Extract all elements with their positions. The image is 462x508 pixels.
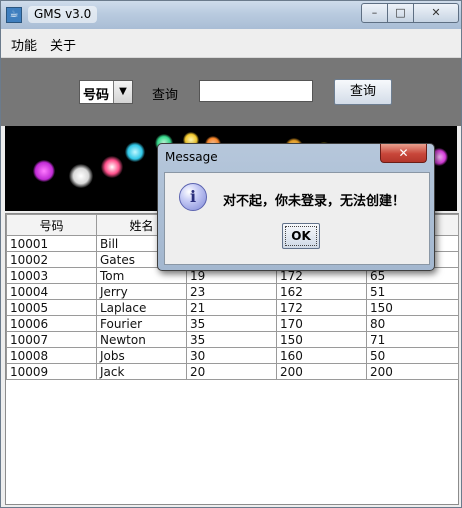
table-cell[interactable]: Jack	[96, 363, 187, 380]
table-row[interactable]: 10006 Fourier 35 170 80	[6, 315, 459, 332]
table-cell[interactable]: Newton	[96, 331, 187, 348]
table-cell[interactable]: 200	[276, 363, 367, 380]
table-row[interactable]: 10004 Jerry 23 162 51	[6, 283, 459, 300]
table-cell[interactable]: 10009	[6, 363, 97, 380]
table-cell[interactable]: 30	[186, 347, 277, 364]
table-cell[interactable]: 51	[366, 283, 459, 300]
java-cup-icon: ☕	[6, 7, 22, 23]
table-cell[interactable]: 10001	[6, 235, 97, 252]
dialog-message: 对不起，你未登录，无法创建！	[223, 194, 406, 209]
column-header[interactable]: 号码	[6, 214, 97, 236]
table-cell[interactable]: 150	[366, 299, 459, 316]
table-cell[interactable]: 10002	[6, 251, 97, 268]
table-row[interactable]: 10008 Jobs 30 160 50	[6, 347, 459, 364]
minimize-button[interactable]: –	[361, 3, 388, 23]
table-cell[interactable]: 20	[186, 363, 277, 380]
table-cell[interactable]: 10003	[6, 267, 97, 284]
table-cell[interactable]: 71	[366, 331, 459, 348]
table-cell[interactable]: 200	[366, 363, 459, 380]
dialog-title: Message	[165, 150, 218, 164]
search-field-value: 号码	[83, 88, 110, 103]
menu-bar: 功能 关于	[1, 29, 461, 58]
table-cell[interactable]: 150	[276, 331, 367, 348]
title-bar[interactable]: ☕ GMS v3.0 – □ ✕	[1, 1, 461, 29]
info-icon: i	[179, 183, 207, 211]
light-orb	[125, 142, 145, 162]
table-cell[interactable]: 170	[276, 315, 367, 332]
search-button[interactable]: 查询	[334, 79, 392, 105]
light-orb	[33, 160, 55, 182]
table-cell[interactable]: 172	[276, 299, 367, 316]
light-orb	[101, 156, 123, 178]
message-dialog: Message ✕ i 对不起，你未登录，无法创建！ OK	[157, 143, 435, 271]
table-cell[interactable]: 10004	[6, 283, 97, 300]
table-cell[interactable]: 35	[186, 331, 277, 348]
window-title: GMS v3.0	[28, 6, 98, 23]
table-cell[interactable]: Fourier	[96, 315, 187, 332]
search-field-select[interactable]: 号码 ▼	[79, 80, 133, 104]
dialog-close-button[interactable]: ✕	[380, 144, 427, 163]
menu-about[interactable]: 关于	[50, 35, 76, 54]
table-cell[interactable]: 21	[186, 299, 277, 316]
search-input[interactable]	[199, 80, 313, 102]
table-cell[interactable]: 23	[186, 283, 277, 300]
table-cell[interactable]: 10007	[6, 331, 97, 348]
dialog-body: i 对不起，你未登录，无法创建！ OK	[164, 172, 430, 265]
table-cell[interactable]: Jobs	[96, 347, 187, 364]
table-cell[interactable]: 35	[186, 315, 277, 332]
light-orb	[69, 164, 93, 188]
maximize-button[interactable]: □	[387, 3, 414, 23]
table-cell[interactable]: Jerry	[96, 283, 187, 300]
table-cell[interactable]: 10005	[6, 299, 97, 316]
table-cell[interactable]: 162	[276, 283, 367, 300]
table-row[interactable]: 10005 Laplace 21 172 150	[6, 299, 459, 316]
search-bar: 号码 ▼ 查询 查询	[1, 58, 461, 126]
table-cell[interactable]: 80	[366, 315, 459, 332]
table-cell[interactable]: Laplace	[96, 299, 187, 316]
table-row[interactable]: 10007 Newton 35 150 71	[6, 331, 459, 348]
chevron-down-icon[interactable]: ▼	[113, 81, 132, 103]
search-label: 查询	[152, 88, 179, 103]
table-cell[interactable]: 10008	[6, 347, 97, 364]
close-window-button[interactable]: ✕	[413, 3, 459, 23]
menu-function[interactable]: 功能	[11, 35, 37, 54]
table-row[interactable]: 10009 Jack 20 200 200	[6, 363, 459, 380]
table-cell[interactable]: 10006	[6, 315, 97, 332]
table-cell[interactable]: 160	[276, 347, 367, 364]
ok-button[interactable]: OK	[282, 223, 320, 249]
table-cell[interactable]: 50	[366, 347, 459, 364]
